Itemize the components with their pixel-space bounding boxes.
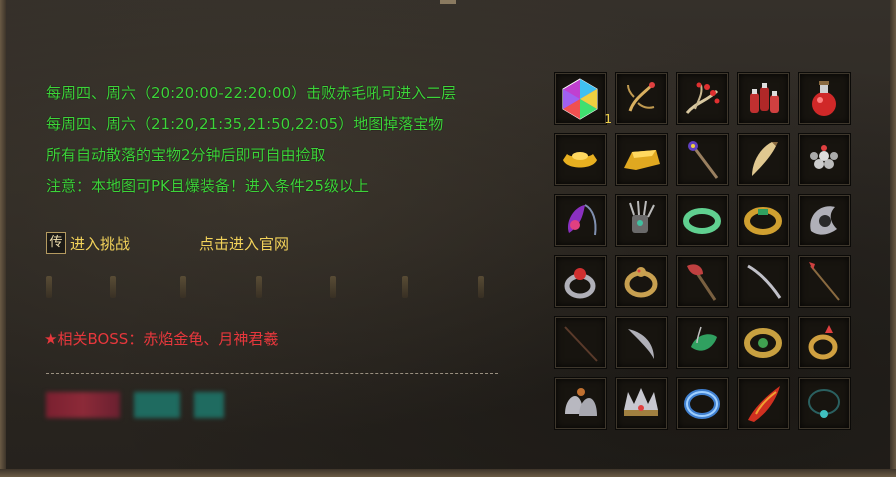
- dark-staff-icon: [564, 326, 598, 362]
- golden-root-icon: [627, 82, 655, 112]
- gold-bar-icon: [624, 150, 660, 170]
- potion-bottles-icon: [750, 83, 779, 113]
- spear-icon: [809, 262, 840, 301]
- item-slot[interactable]: [554, 316, 607, 369]
- teleport-badge-icon: 传: [46, 232, 66, 254]
- item-slot[interactable]: [737, 316, 790, 369]
- item-slot[interactable]: 1: [554, 72, 612, 126]
- item-slot[interactable]: [737, 194, 790, 247]
- item-slot[interactable]: [615, 194, 668, 247]
- item-slot[interactable]: [676, 194, 729, 247]
- frame-notch: [440, 0, 456, 4]
- frame-right: [890, 0, 896, 477]
- claw-gauntlet-icon: [629, 200, 655, 233]
- blurred-text: [46, 392, 120, 418]
- crowned-ring-icon: [808, 325, 838, 360]
- dragon-ring-icon: [624, 267, 658, 298]
- item-slot[interactable]: [798, 72, 851, 125]
- dragon-bracer-icon: [744, 328, 782, 358]
- item-slot[interactable]: [798, 255, 851, 308]
- item-count: 1: [604, 112, 612, 126]
- item-slot[interactable]: [737, 72, 790, 125]
- item-slot[interactable]: [676, 316, 729, 369]
- emerald-gold-ring-icon: [744, 207, 782, 235]
- curved-blade-icon: [747, 264, 782, 299]
- jade-bangle-icon: [683, 208, 721, 234]
- event-info: 每周四、周六（20:20:00-22:20:00）击败赤毛吼可进入二层 每周四、…: [46, 78, 456, 202]
- blurred-text: [134, 392, 180, 418]
- item-slot[interactable]: [676, 377, 729, 430]
- purple-amulet-icon: [567, 204, 597, 236]
- pickup-rule-line: 所有自动散落的宝物2分钟后即可自由捡取: [46, 146, 326, 164]
- frame-left: [0, 0, 6, 477]
- gold-ingot-icon: [563, 152, 597, 168]
- dashed-divider: [46, 373, 498, 374]
- boss-text: 相关BOSS：赤焰金龟、月神君羲: [57, 330, 279, 348]
- red-berry-root-icon: [685, 82, 720, 114]
- ruby-ring-icon: [564, 268, 596, 299]
- teal-necklace-icon: [808, 389, 840, 418]
- item-slot[interactable]: [737, 255, 790, 308]
- star-icon: ★: [44, 330, 58, 348]
- silver-bells-icon: [565, 388, 597, 416]
- item-slot[interactable]: [615, 255, 668, 308]
- pearl-bracelet-icon: [810, 145, 838, 169]
- item-slot[interactable]: [554, 133, 607, 186]
- jade-leaf-pendant-icon: [691, 326, 717, 351]
- frame-bottom: [0, 469, 896, 477]
- background-candles: [40, 270, 520, 300]
- item-slot[interactable]: [798, 133, 851, 186]
- item-slot[interactable]: [676, 255, 729, 308]
- red-potion-icon: [812, 81, 836, 116]
- item-slot[interactable]: [615, 316, 668, 369]
- item-slot[interactable]: [554, 255, 607, 308]
- beast-tooth-icon: [752, 142, 778, 176]
- battle-axe-icon: [687, 264, 717, 301]
- drop-time-line: 每周四、周六（21:20,21:35,21:50,22:05）地图掉落宝物: [46, 115, 444, 133]
- item-slot[interactable]: [737, 133, 790, 186]
- blurred-text: [194, 392, 224, 418]
- warning-line: 注意：本地图可PK且爆装备！进入条件25级以上: [46, 177, 369, 195]
- crescent-blade-icon: [628, 329, 654, 359]
- schedule-line: 每周四、周六（20:20:00-22:20:00）击败赤毛吼可进入二层: [46, 84, 457, 102]
- enter-challenge-link[interactable]: 进入挑战: [70, 233, 130, 254]
- item-slot[interactable]: [615, 133, 668, 186]
- item-slot[interactable]: [798, 377, 851, 430]
- item-slot[interactable]: [798, 316, 851, 369]
- item-slot[interactable]: [676, 133, 729, 186]
- rainbow-gem-icon: [562, 78, 598, 120]
- jeweled-staff-icon: [688, 141, 719, 179]
- ice-ring-icon: [684, 389, 720, 419]
- item-slot[interactable]: [554, 194, 607, 247]
- item-slot[interactable]: [798, 194, 851, 247]
- related-boss: ★相关BOSS：赤焰金龟、月神君羲: [44, 328, 278, 349]
- event-panel: 每周四、周六（20:20:00-22:20:00）击败赤毛吼可进入二层 每周四、…: [0, 0, 896, 477]
- action-links: 传 进入挑战 点击进入官网: [46, 230, 289, 256]
- item-drop-grid: 1: [554, 72, 851, 430]
- official-site-link[interactable]: 点击进入官网: [199, 233, 289, 254]
- silver-wing-ring-icon: [810, 206, 837, 235]
- item-slot[interactable]: [676, 72, 729, 125]
- item-slot[interactable]: [737, 377, 790, 430]
- item-slot[interactable]: [615, 72, 668, 125]
- spiked-crown-icon: [624, 388, 658, 416]
- item-slot[interactable]: [615, 377, 668, 430]
- flame-wing-icon: [748, 386, 780, 422]
- item-slot[interactable]: [554, 377, 607, 430]
